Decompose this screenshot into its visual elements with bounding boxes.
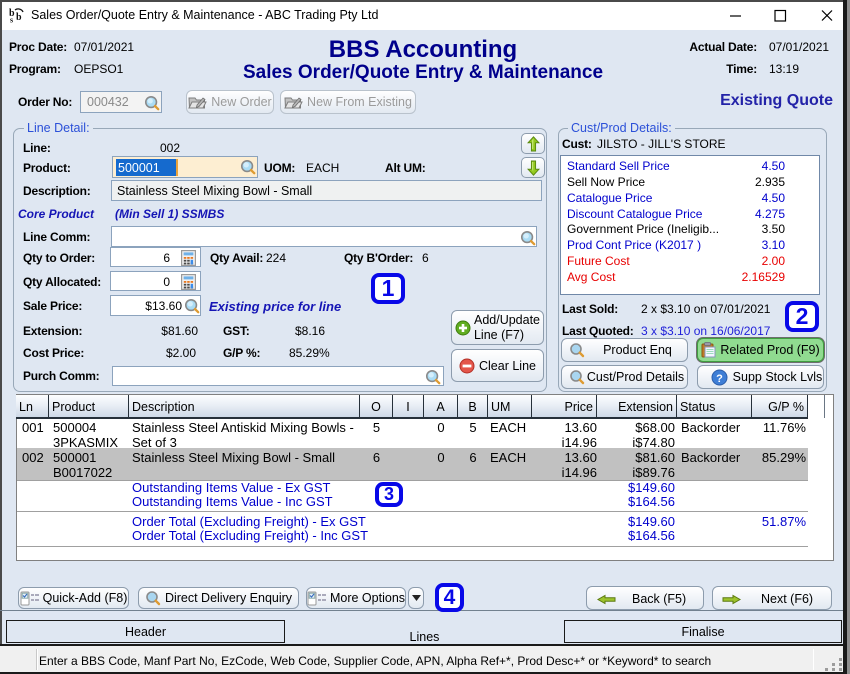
svg-text:b: b	[16, 12, 22, 23]
svg-text:?: ?	[716, 373, 723, 385]
svg-text:s: s	[10, 16, 13, 24]
